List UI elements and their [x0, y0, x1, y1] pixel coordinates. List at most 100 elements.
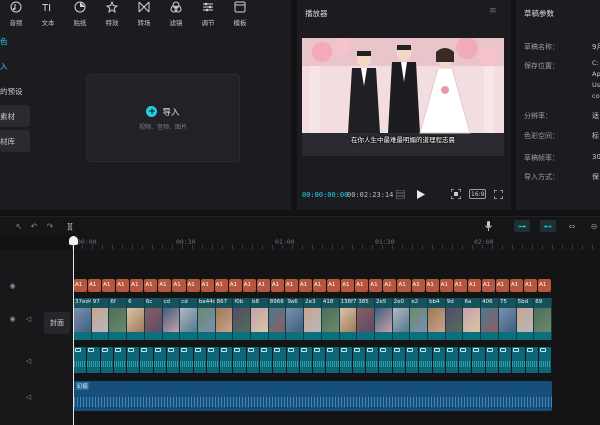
text-clip[interactable]: A1	[467, 279, 481, 292]
text-clip[interactable]: A1	[214, 279, 228, 292]
video-clip[interactable]: 418	[321, 298, 339, 340]
audio-clip[interactable]	[459, 347, 472, 373]
text-clip[interactable]: A1	[228, 279, 242, 292]
text-clip[interactable]: A1	[538, 279, 552, 292]
import-button[interactable]: + 导入	[146, 106, 180, 118]
text-clip[interactable]: A1	[158, 279, 172, 292]
audio-clip[interactable]	[406, 347, 419, 373]
video-clip[interactable]: 97	[91, 298, 109, 340]
audio-clip[interactable]	[445, 347, 459, 373]
text-clip[interactable]: A1	[270, 279, 284, 292]
audio-clip[interactable]	[166, 347, 180, 373]
audio-clip[interactable]	[379, 347, 392, 373]
audio-clip[interactable]	[512, 347, 525, 373]
eye-icon[interactable]: ◉	[8, 314, 17, 323]
text-clip[interactable]: A1	[369, 279, 383, 292]
text-clip[interactable]: A1	[130, 279, 144, 292]
video-clip[interactable]: 9a6	[286, 298, 304, 340]
microphone-icon[interactable]	[482, 220, 494, 232]
video-clip[interactable]: 867	[215, 298, 233, 340]
video-clip[interactable]: 6a	[463, 298, 481, 340]
toolbar-item-filter[interactable]: 滤镜	[160, 0, 192, 28]
text-clip[interactable]: A1	[327, 279, 341, 292]
audio-clip[interactable]	[538, 347, 552, 373]
audio-clip[interactable]	[419, 347, 432, 373]
aspect-ratio-button[interactable]: 16:9	[469, 189, 487, 199]
text-clip[interactable]: A1	[397, 279, 411, 292]
eye-icon[interactable]: ◉	[8, 281, 17, 290]
audio-clip[interactable]	[220, 347, 233, 373]
playhead-handle[interactable]	[69, 236, 78, 245]
text-clip[interactable]: A1	[509, 279, 523, 292]
mute-icon[interactable]: ◁	[24, 392, 33, 401]
audio-clip[interactable]	[273, 347, 286, 373]
text-clip[interactable]: A1	[299, 279, 313, 292]
text-clip[interactable]: A1	[453, 279, 467, 292]
cover-button[interactable]: 封面	[44, 312, 70, 334]
text-clip[interactable]: A1	[256, 279, 270, 292]
toolbar-item-sticker[interactable]: 贴纸	[64, 0, 96, 28]
music-track[interactable]: 幻痕	[74, 381, 552, 411]
video-clip[interactable]: 2e5	[374, 298, 392, 340]
audio-clip[interactable]	[326, 347, 339, 373]
audio-clip[interactable]	[233, 347, 246, 373]
audio-clip[interactable]	[87, 347, 100, 373]
audio-clip[interactable]	[100, 347, 113, 373]
expand-icon[interactable]	[493, 188, 503, 200]
text-clip[interactable]: A1	[313, 279, 327, 292]
audio-clip[interactable]	[246, 347, 259, 373]
toolbar-item-transition[interactable]: 转场	[128, 0, 160, 28]
video-clip[interactable]: b8	[251, 298, 268, 340]
sidebar-item-presets[interactable]: 的预设	[0, 80, 34, 102]
fullscreen-frame-icon[interactable]	[450, 188, 462, 200]
audio-clip[interactable]	[499, 347, 512, 373]
preview-axis-icon[interactable]: ⇔	[566, 220, 578, 232]
video-preview[interactable]: 在你人生中最难最明媚的道理程志晨	[302, 38, 504, 156]
video-clip[interactable]: 69	[534, 298, 551, 340]
text-clip[interactable]: A1	[88, 279, 102, 292]
audio-clip[interactable]	[113, 347, 127, 373]
text-clip[interactable]: A1	[102, 279, 116, 292]
redo-icon[interactable]: ↷	[44, 220, 56, 232]
text-clip[interactable]: A1	[411, 279, 425, 292]
video-clip[interactable]: bb4	[428, 298, 445, 340]
audio-clip[interactable]	[339, 347, 352, 373]
mute-icon[interactable]: ◁	[24, 314, 33, 323]
audio-clip[interactable]	[153, 347, 166, 373]
text-clip[interactable]: A1	[383, 279, 397, 292]
time-ruler[interactable]: 00:00 00:30 01:00 01:30 02:00	[72, 236, 600, 250]
undo-icon[interactable]: ↶	[28, 220, 40, 232]
audio-clip[interactable]	[140, 347, 153, 373]
sidebar-item-0[interactable]: 色	[0, 30, 34, 52]
zoom-icon[interactable]: ⊖	[588, 220, 600, 232]
text-clip[interactable]: A1	[284, 279, 298, 292]
sidebar-item-1[interactable]: 入	[0, 55, 34, 77]
video-clip[interactable]: cd	[180, 298, 197, 340]
text-clip[interactable]: A1	[524, 279, 538, 292]
text-clip[interactable]: A1	[355, 279, 369, 292]
playhead[interactable]	[73, 236, 74, 425]
link-icon[interactable]: ⊷	[540, 220, 556, 232]
toolbar-item-audio[interactable]: 音频	[0, 0, 32, 28]
video-clip[interactable]: be44d6	[197, 298, 215, 340]
text-clip[interactable]: A1	[172, 279, 186, 292]
audio-clip[interactable]	[180, 347, 193, 373]
audio-clip[interactable]	[352, 347, 366, 373]
video-clip[interactable]: 2e0	[392, 298, 410, 340]
text-clip[interactable]: A1	[116, 279, 130, 292]
audio-clip[interactable]	[259, 347, 273, 373]
audio-clip[interactable]	[392, 347, 406, 373]
text-clip[interactable]: A1	[74, 279, 88, 292]
audio-clip[interactable]	[193, 347, 206, 373]
text-clip[interactable]: A1	[186, 279, 200, 292]
toolbar-item-effects[interactable]: 特效	[96, 0, 128, 28]
text-clip[interactable]: A1	[481, 279, 495, 292]
audio-clip[interactable]	[127, 347, 140, 373]
video-clip[interactable]: 6	[127, 298, 144, 340]
text-clip[interactable]: A1	[439, 279, 453, 292]
sidebar-item-library[interactable]: 材库	[0, 130, 30, 152]
text-clip[interactable]: A1	[495, 279, 509, 292]
video-clip[interactable]: 385	[357, 298, 374, 340]
audio-clip[interactable]	[206, 347, 220, 373]
video-clip[interactable]: cd	[162, 298, 180, 340]
